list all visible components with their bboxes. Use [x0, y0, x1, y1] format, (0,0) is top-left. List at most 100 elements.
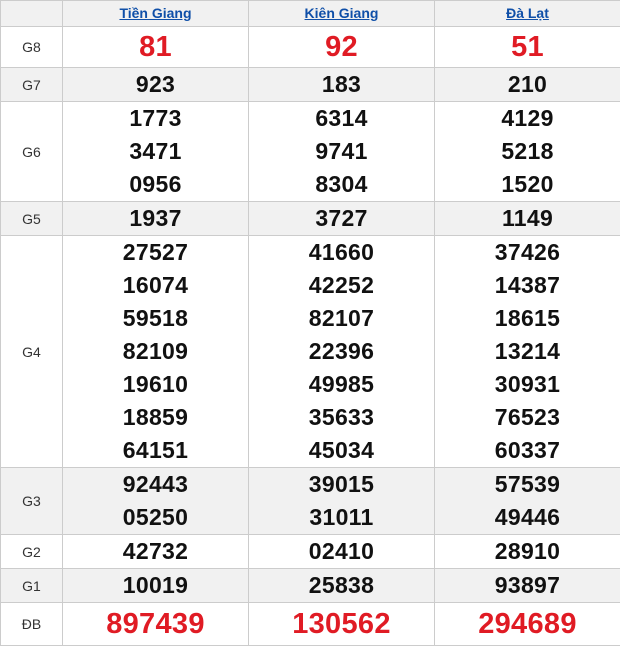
- special-prize-number: 130562: [249, 603, 434, 645]
- prize-label: G2: [1, 535, 63, 569]
- header-row: Tiền Giang Kiên Giang Đà Lạt: [1, 1, 620, 27]
- prize-number: 1773: [63, 102, 248, 135]
- prize-cell: 294689: [435, 603, 620, 646]
- prize-number: 30931: [435, 368, 620, 401]
- prize-number: 10019: [63, 569, 248, 602]
- prize-cell: 4129 5218 1520: [435, 102, 620, 202]
- header-corner: [1, 1, 63, 27]
- special-prize-number: 897439: [63, 603, 248, 645]
- prize-number: 82107: [249, 302, 434, 335]
- prize-number: 19610: [63, 368, 248, 401]
- prize-number: 1149: [435, 202, 620, 235]
- prize-cell: 51: [435, 27, 620, 68]
- prize-number: 18859: [63, 401, 248, 434]
- prize-number: 41660: [249, 236, 434, 269]
- prize-cell: 02410: [249, 535, 435, 569]
- prize-number: 59518: [63, 302, 248, 335]
- province-link-kien-giang[interactable]: Kiên Giang: [305, 5, 379, 21]
- prize-number: 210: [435, 68, 620, 101]
- prize-number: 76523: [435, 401, 620, 434]
- prize-number: 93897: [435, 569, 620, 602]
- prize-cell: 27527 16074 59518 82109 19610 18859 6415…: [63, 236, 249, 468]
- prize-cell: 57539 49446: [435, 468, 620, 535]
- prize-cell: 1149: [435, 202, 620, 236]
- prize-number: 81: [63, 27, 248, 67]
- prize-cell: 897439: [63, 603, 249, 646]
- prize-number: 14387: [435, 269, 620, 302]
- prize-row-g4: G4 27527 16074 59518 82109 19610 18859 6…: [1, 236, 620, 468]
- prize-number: 4129: [435, 102, 620, 135]
- prize-number: 02410: [249, 535, 434, 568]
- prize-row-g3: G3 92443 05250 39015 31011 57539 49446: [1, 468, 620, 535]
- prize-cell: 25838: [249, 569, 435, 603]
- prize-cell: 183: [249, 68, 435, 102]
- prize-label: G6: [1, 102, 63, 202]
- prize-label: G7: [1, 68, 63, 102]
- prize-number: 1520: [435, 168, 620, 201]
- prize-cell: 130562: [249, 603, 435, 646]
- prize-number: 6314: [249, 102, 434, 135]
- prize-number: 18615: [435, 302, 620, 335]
- prize-row-g2: G2 42732 02410 28910: [1, 535, 620, 569]
- prize-cell: 6314 9741 8304: [249, 102, 435, 202]
- prize-number: 49446: [435, 501, 620, 534]
- prize-number: 64151: [63, 434, 248, 467]
- prize-number: 9741: [249, 135, 434, 168]
- province-link-tien-giang[interactable]: Tiền Giang: [119, 5, 191, 21]
- prize-number: 16074: [63, 269, 248, 302]
- prize-number: 923: [63, 68, 248, 101]
- prize-number: 25838: [249, 569, 434, 602]
- prize-cell: 3727: [249, 202, 435, 236]
- prize-number: 05250: [63, 501, 248, 534]
- prize-number: 82109: [63, 335, 248, 368]
- prize-number: 42732: [63, 535, 248, 568]
- prize-number: 57539: [435, 468, 620, 501]
- prize-cell: 42732: [63, 535, 249, 569]
- prize-label: G5: [1, 202, 63, 236]
- prize-number: 3471: [63, 135, 248, 168]
- prize-cell: 1773 3471 0956: [63, 102, 249, 202]
- prize-row-special: ĐB 897439 130562 294689: [1, 603, 620, 646]
- prize-number: 42252: [249, 269, 434, 302]
- prize-number: 51: [435, 27, 620, 67]
- prize-number: 3727: [249, 202, 434, 235]
- header-cell-tien-giang: Tiền Giang: [63, 1, 249, 27]
- prize-cell: 28910: [435, 535, 620, 569]
- prize-cell: 210: [435, 68, 620, 102]
- prize-cell: 10019: [63, 569, 249, 603]
- prize-label: ĐB: [1, 603, 63, 646]
- prize-number: 5218: [435, 135, 620, 168]
- prize-number: 8304: [249, 168, 434, 201]
- prize-number: 92443: [63, 468, 248, 501]
- prize-row-g5: G5 1937 3727 1149: [1, 202, 620, 236]
- prize-number: 37426: [435, 236, 620, 269]
- prize-number: 183: [249, 68, 434, 101]
- prize-number: 60337: [435, 434, 620, 467]
- prize-cell: 93897: [435, 569, 620, 603]
- header-cell-da-lat: Đà Lạt: [435, 1, 620, 27]
- prize-number: 28910: [435, 535, 620, 568]
- prize-number: 35633: [249, 401, 434, 434]
- prize-number: 27527: [63, 236, 248, 269]
- prize-cell: 923: [63, 68, 249, 102]
- prize-number: 0956: [63, 168, 248, 201]
- special-prize-number: 294689: [435, 603, 620, 645]
- prize-cell: 37426 14387 18615 13214 30931 76523 6033…: [435, 236, 620, 468]
- prize-cell: 92443 05250: [63, 468, 249, 535]
- prize-label: G3: [1, 468, 63, 535]
- prize-number: 49985: [249, 368, 434, 401]
- prize-number: 39015: [249, 468, 434, 501]
- prize-row-g6: G6 1773 3471 0956 6314 9741 8304 4129 52…: [1, 102, 620, 202]
- prize-number: 92: [249, 27, 434, 67]
- prize-number: 1937: [63, 202, 248, 235]
- province-link-da-lat[interactable]: Đà Lạt: [506, 5, 549, 21]
- prize-label: G1: [1, 569, 63, 603]
- prize-number: 31011: [249, 501, 434, 534]
- prize-label: G8: [1, 27, 63, 68]
- prize-cell: 92: [249, 27, 435, 68]
- prize-number: 45034: [249, 434, 434, 467]
- prize-row-g7: G7 923 183 210: [1, 68, 620, 102]
- prize-label: G4: [1, 236, 63, 468]
- prize-cell: 39015 31011: [249, 468, 435, 535]
- lottery-results-table: Tiền Giang Kiên Giang Đà Lạt G8 81 92 51…: [0, 0, 620, 646]
